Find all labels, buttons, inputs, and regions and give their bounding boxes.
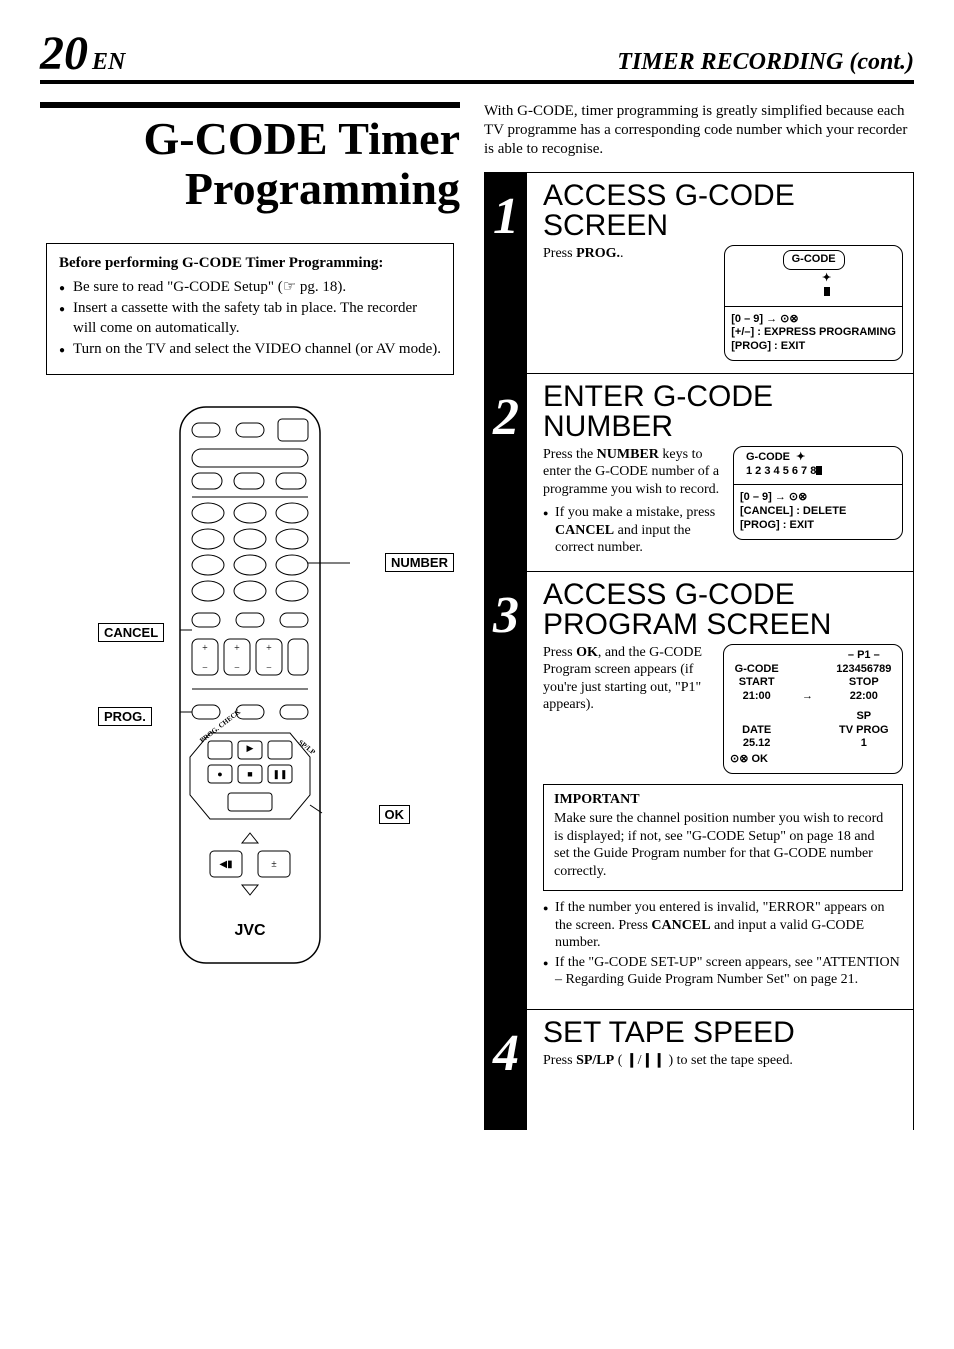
step-number: 1 (485, 173, 527, 373)
remote-progcheck-label: PROG. CHECK (198, 707, 242, 744)
important-text: Make sure the channel position number yo… (554, 810, 892, 880)
svg-text:−: − (266, 663, 272, 674)
section-title: TIMER RECORDING (cont.) (617, 49, 914, 76)
svg-text:±: ± (271, 859, 277, 870)
onscreen-display: G-CODE ✦1 2 3 4 5 6 7 8 [0 – 9] → ⊙⊗ [CA… (733, 446, 903, 540)
main-title: G-CODE Timer Programming (40, 102, 460, 213)
step-title: ACCESS G-CODE PROGRAM SCREEN (543, 580, 903, 640)
onscreen-program-display: – P1 – G-CODE123456789 STARTSTOP 21:00→2… (723, 644, 903, 774)
remote-label-prog: PROG. (98, 707, 152, 726)
page-number-block: 20EN (40, 30, 125, 78)
svg-text:▶: ▶ (247, 743, 254, 753)
remote-label-ok: OK (379, 805, 411, 824)
step-title: ACCESS G-CODE SCREEN (543, 181, 903, 241)
svg-text:−: − (202, 663, 208, 674)
step-body: Press the NUMBER keys to enter the G-COD… (543, 446, 723, 559)
step-title: SET TAPE SPEED (543, 1018, 903, 1048)
step-note: If the number you entered is invalid, "E… (543, 899, 903, 952)
step-number: 4 (485, 1010, 527, 1130)
remote-label-number: NUMBER (385, 553, 454, 572)
prep-item: Turn on the TV and select the VIDEO chan… (59, 340, 441, 360)
svg-text:❚❚: ❚❚ (272, 769, 287, 780)
important-title: IMPORTANT (554, 791, 892, 809)
prep-list: Be sure to read "G-CODE Setup" (☞ pg. 18… (59, 278, 441, 360)
svg-text:◀▮: ◀▮ (219, 859, 232, 870)
svg-text:+: + (266, 643, 272, 654)
onscreen-display: G-CODE✦ [0 – 9] → ⊙⊗ [+/–] : EXPRESS PRO… (724, 245, 903, 361)
page-header: 20EN TIMER RECORDING (cont.) (40, 30, 914, 84)
remote-brand: JVC (234, 922, 266, 939)
remote-diagram: NUMBER CANCEL PROG. OK (40, 405, 460, 1005)
prep-item: Insert a cassette with the safety tab in… (59, 299, 441, 338)
page-lang: EN (92, 49, 125, 75)
step-1: 1 ACCESS G-CODE SCREEN Press PROG.. G-CO… (485, 173, 913, 374)
svg-text:●: ● (217, 769, 222, 779)
step-2: 2 ENTER G-CODE NUMBER Press the NUMBER k… (485, 374, 913, 572)
before-performing-box: Before performing G-CODE Timer Programmi… (46, 243, 454, 375)
svg-text:■: ■ (247, 769, 252, 779)
svg-text:−: − (234, 663, 240, 674)
intro-paragraph: With G-CODE, timer programming is greatl… (484, 102, 914, 158)
step-title: ENTER G-CODE NUMBER (543, 382, 903, 442)
step-number: 2 (485, 374, 527, 571)
svg-text:+: + (234, 643, 240, 654)
step-4: 4 SET TAPE SPEED Press SP/LP ( ❙/❙❙ ) to… (485, 1010, 913, 1130)
important-note: IMPORTANT Make sure the channel position… (543, 784, 903, 892)
step-note: If the "G-CODE SET-UP" screen appears, s… (543, 954, 903, 989)
page-number: 20 (40, 27, 88, 80)
step-body: Press OK, and the G-CODE Program screen … (543, 644, 713, 714)
step-number: 3 (485, 572, 527, 1009)
svg-text:+: + (202, 643, 208, 654)
step-body: Press PROG.. (543, 245, 714, 263)
step3-extra-notes: If the number you entered is invalid, "E… (543, 899, 903, 989)
prep-title: Before performing G-CODE Timer Programmi… (59, 254, 441, 274)
prep-item: Be sure to read "G-CODE Setup" (☞ pg. 18… (59, 278, 441, 298)
remote-svg: + − + − + − (150, 405, 350, 965)
step-note: If you make a mistake, press CANCEL and … (543, 504, 723, 557)
step-3: 3 ACCESS G-CODE PROGRAM SCREEN Press OK,… (485, 572, 913, 1010)
steps-container: 1 ACCESS G-CODE SCREEN Press PROG.. G-CO… (484, 172, 914, 1130)
remote-label-cancel: CANCEL (98, 623, 164, 642)
step-body: Press SP/LP ( ❙/❙❙ ) to set the tape spe… (543, 1052, 903, 1070)
